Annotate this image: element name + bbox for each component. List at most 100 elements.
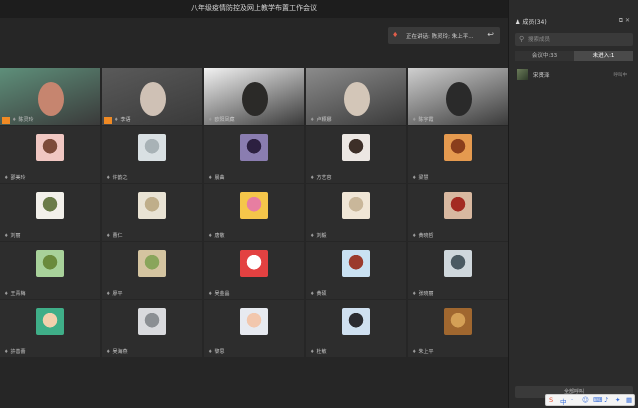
member-search[interactable]: ⚲ xyxy=(515,33,633,46)
mic-icon: ♦ xyxy=(310,175,315,181)
participant-tile[interactable]: ♦ 黄晓哲 xyxy=(408,184,508,241)
participant-tile[interactable]: ♦ 廖平 xyxy=(102,242,202,299)
participant-tile[interactable]: ♦ 黎思 xyxy=(204,300,304,357)
participant-tile[interactable]: ♦ 晨曲 xyxy=(204,126,304,183)
participant-name-label: 曹仁 xyxy=(112,233,123,239)
participant-avatar xyxy=(444,192,472,219)
participant-avatar xyxy=(342,250,370,277)
ime-item-icon[interactable]: · xyxy=(571,396,573,404)
ime-item-icon[interactable]: ⌨ xyxy=(593,396,602,404)
participant-tile[interactable]: ♦ 朱上平 xyxy=(408,300,508,357)
participant-name-label: 邵美玲 xyxy=(10,175,26,181)
mic-icon: ♦ xyxy=(106,233,111,239)
member-row[interactable]: 宋贤泽 呼叫中 xyxy=(515,68,633,82)
participant-name: ♦ 陈灵玲 xyxy=(12,116,34,123)
participant-name: ♦ 李语 xyxy=(114,116,131,123)
ime-item-icon[interactable]: 中 xyxy=(560,396,567,406)
mic-icon: ♦ xyxy=(310,291,315,297)
participant-name-label: 黎思 xyxy=(214,349,225,355)
mic-icon: ♦ xyxy=(208,175,213,181)
participant-name: ♦ 方艺容 xyxy=(310,174,332,181)
participant-name: ♦ 黄晓哲 xyxy=(412,232,434,239)
mic-icon: ♦ xyxy=(412,291,417,297)
ime-item-icon[interactable]: ☺ xyxy=(582,396,589,404)
participant-tile[interactable]: ♦ 王青梅 xyxy=(0,242,100,299)
participant-avatar xyxy=(138,134,166,161)
participant-tile[interactable]: ♦ 陈灵玲 xyxy=(0,68,100,125)
participant-tile[interactable]: ♦ 方艺容 xyxy=(306,126,406,183)
participant-avatar xyxy=(36,192,64,219)
panel-window-controls[interactable]: ⧉✕ xyxy=(619,17,632,25)
participant-name: ♦ 晨曲 xyxy=(208,174,225,181)
participant-avatar xyxy=(138,250,166,277)
mic-icon: ♦ xyxy=(208,117,213,123)
search-input[interactable] xyxy=(528,34,628,45)
person-silhouette xyxy=(38,82,64,116)
speaking-indicator[interactable]: ♦ 正在讲话: 陈灵玲; 朱上平... ↩ xyxy=(388,27,500,44)
person-silhouette xyxy=(344,82,370,116)
participant-name-label: 許善蕾 xyxy=(10,349,26,355)
participant-tile[interactable]: ♦ 曹仁 xyxy=(102,184,202,241)
participant-tile[interactable]: ♦ 邵美玲 xyxy=(0,126,100,183)
person-silhouette xyxy=(446,82,472,116)
mic-icon: ♦ xyxy=(412,349,417,355)
participant-name: ♦ 梁慧 xyxy=(412,174,429,181)
tab-not-joined[interactable]: 未进入:1 xyxy=(574,51,633,61)
participant-name-label: 吴海燕 xyxy=(112,349,128,355)
participant-name: ♦ 吴海燕 xyxy=(106,348,128,355)
participant-name-label: 晨曲 xyxy=(214,175,225,181)
participant-name: ♦ 朱上平 xyxy=(412,348,434,355)
collapse-arrow-icon[interactable]: ↩ xyxy=(487,30,494,39)
participant-avatar xyxy=(36,250,64,277)
participant-tile[interactable]: ♦ 黄硕 xyxy=(306,242,406,299)
ime-item-icon[interactable]: S xyxy=(549,396,553,404)
participant-name-label: 方艺容 xyxy=(316,175,332,181)
ime-item-icon[interactable]: ♪ xyxy=(604,396,608,404)
participant-tile[interactable]: ♦ 陈宇霞 xyxy=(408,68,508,125)
participant-name: ♦ 欧阳凤藏 xyxy=(208,116,235,123)
participant-tile[interactable]: ♦ 許善蕾 xyxy=(0,300,100,357)
participant-tile[interactable]: ♦ 吴金晶 xyxy=(204,242,304,299)
mic-icon: ♦ xyxy=(106,291,111,297)
participant-tile[interactable]: ♦ 杜敏 xyxy=(306,300,406,357)
participant-name-label: 李语 xyxy=(120,117,131,123)
participant-name: ♦ 刘毅 xyxy=(310,232,327,239)
member-status: 呼叫中 xyxy=(613,73,628,78)
participant-avatar xyxy=(444,308,472,335)
participant-avatar xyxy=(342,192,370,219)
participant-tile[interactable]: ♦ 刘毅 xyxy=(306,184,406,241)
participant-tile[interactable]: ♦ 卢颖娜 xyxy=(306,68,406,125)
mic-icon: ♦ xyxy=(106,175,111,181)
mic-icon: ♦ xyxy=(106,349,111,355)
participant-avatar xyxy=(342,308,370,335)
participant-tile[interactable]: ♦ 李语 xyxy=(102,68,202,125)
participant-tile[interactable]: ♦ 张晓丽 xyxy=(408,242,508,299)
members-panel-header: ♟ 成员(34) xyxy=(515,17,547,26)
participant-name: ♦ 黄硕 xyxy=(310,290,327,297)
participant-name-label: 廖平 xyxy=(112,291,123,297)
participant-name: ♦ 许韵之 xyxy=(106,174,128,181)
participant-name-label: 吴金晶 xyxy=(214,291,230,297)
host-badge-icon xyxy=(104,117,112,124)
participant-avatar xyxy=(36,308,64,335)
participant-tile[interactable]: ♦ 吴海燕 xyxy=(102,300,202,357)
participant-tile[interactable]: ♦ 许韵之 xyxy=(102,126,202,183)
participant-avatar xyxy=(444,250,472,277)
participant-name-label: 张晓丽 xyxy=(418,291,434,297)
participant-tile[interactable]: ♦ 梁慧 xyxy=(408,126,508,183)
participant-tile[interactable]: ♦ 唐敬 xyxy=(204,184,304,241)
participant-tile[interactable]: ♦ 欧阳凤藏 xyxy=(204,68,304,125)
tab-in-meeting[interactable]: 会议中:33 xyxy=(515,51,574,61)
ime-toolbar[interactable]: S 中 · ☺ ⌨ ♪ ✦ ▦ xyxy=(545,394,635,406)
mic-icon: ♦ xyxy=(4,349,9,355)
participant-name: ♦ 唐敬 xyxy=(208,232,225,239)
ime-item-icon[interactable]: ✦ xyxy=(615,396,620,404)
mic-icon: ♦ xyxy=(208,291,213,297)
ime-item-icon[interactable]: ▦ xyxy=(626,396,632,404)
participant-name-label: 刘毅 xyxy=(316,233,327,239)
participant-name-label: 黄晓哲 xyxy=(418,233,434,239)
participant-name-label: 卢颖娜 xyxy=(316,117,332,123)
participant-tile[interactable]: ♦ 刘丽 xyxy=(0,184,100,241)
mic-icon: ♦ xyxy=(4,291,9,297)
mic-icon: ♦ xyxy=(12,117,17,123)
